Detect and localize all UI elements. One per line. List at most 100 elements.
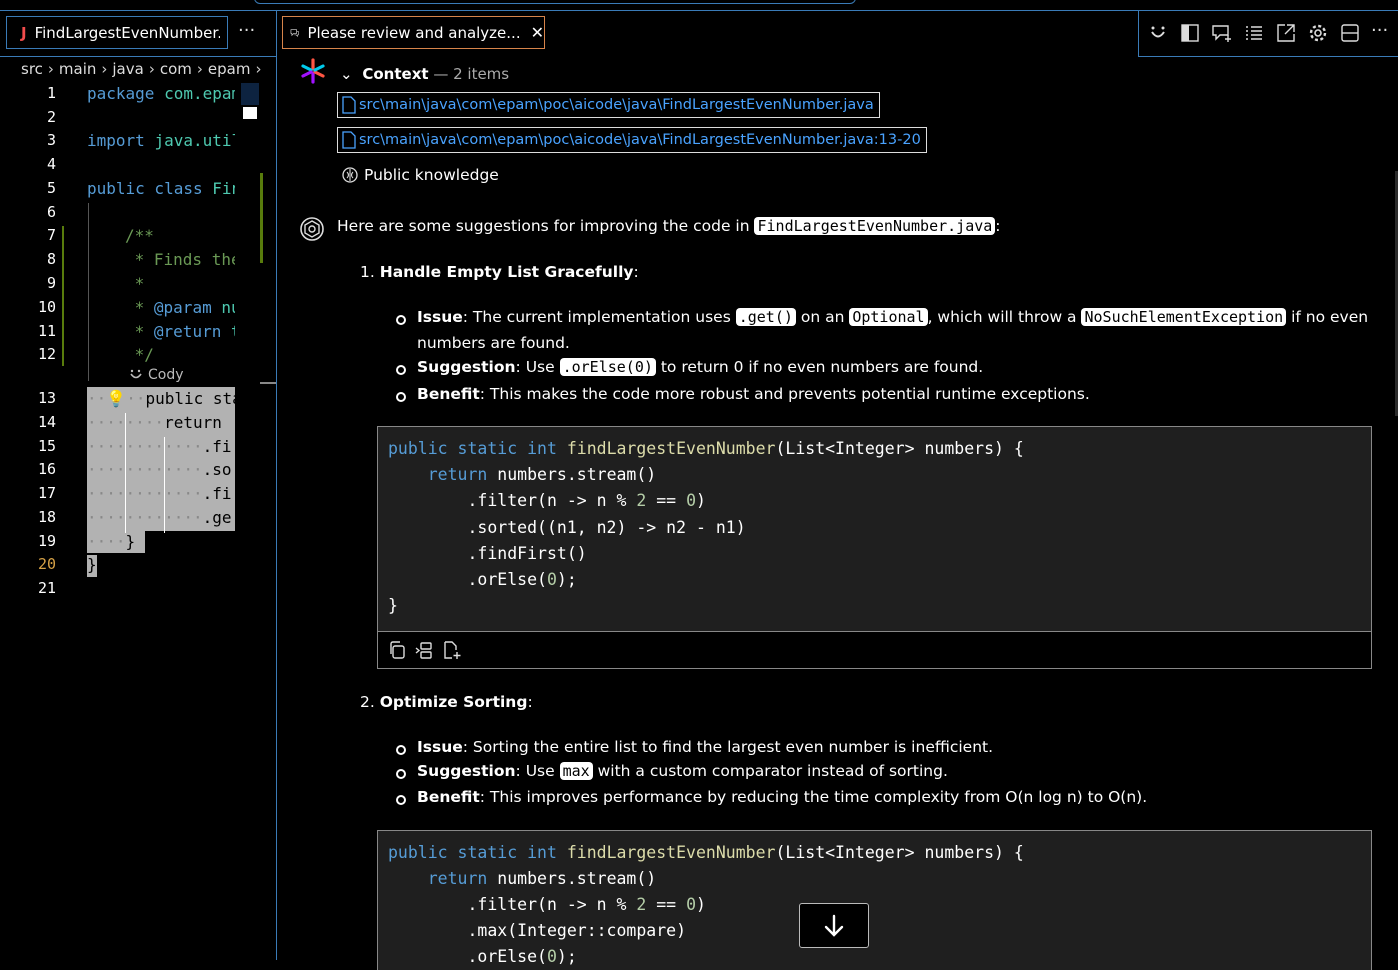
breadcrumb-item[interactable]: main [59,60,96,78]
code-token: package [87,84,165,103]
context-file-link[interactable]: src\main\java\com\epam\poc\aicode\java\F… [337,92,880,118]
brain-icon [342,167,358,183]
code-text: numbers.stream() [487,869,657,888]
bullet-icon [396,745,406,755]
arrow-down-icon [824,914,844,937]
context-file-link[interactable]: src\main\java\com\epam\poc\aicode\java\F… [337,127,927,153]
code-function: findLargestEvenNumber [566,439,776,458]
code-keyword: public static int [388,843,557,862]
breadcrumb-item[interactable]: com [160,60,192,78]
line-number: 17 [37,484,56,502]
copy-icon[interactable] [388,641,406,659]
benefit-label: Benefit [417,385,480,403]
issue-item: Issue: Sorting the entire list to find t… [417,738,993,756]
line-number: 14 [37,413,56,431]
line-number: 16 [37,460,56,478]
code-editor[interactable]: package com.epam import java.util public… [87,83,235,963]
benefit-label: Benefit [417,788,480,806]
code-number: 2 [636,895,647,914]
pane-divider[interactable] [276,11,277,960]
code-token: import [87,131,155,150]
history-list-icon[interactable] [1243,22,1265,44]
code-text: .orElse( [467,947,547,966]
benefit-item: Benefit: This improves performance by re… [417,788,1147,806]
code-comment: * [125,298,154,317]
chevron-right-icon: › [148,60,155,78]
line-number: 1 [46,84,56,102]
issue-text: if no even [1286,308,1369,326]
chat-tab[interactable]: Please review and analyze... ✕ [282,16,545,49]
minimap-slider[interactable] [243,107,257,119]
code-block[interactable]: public static int findLargestEvenNumber(… [377,426,1372,669]
split-editor-icon[interactable] [1339,22,1361,44]
open-in-editor-icon[interactable] [1275,22,1297,44]
bullet-icon [396,365,406,375]
code-block[interactable]: public static int findLargestEvenNumber(… [377,830,1372,970]
code-number: 0 [686,491,696,510]
benefit-item: Benefit: This makes the code more robust… [417,385,1090,403]
code-number: 0 [686,895,696,914]
cody-icon[interactable] [1147,22,1169,44]
line-number: 6 [46,203,56,221]
issue-text: : The current implementation uses [462,308,736,326]
line-number: 3 [46,131,56,149]
code-comment: /** [125,226,154,245]
context-header[interactable]: ⌄ Context — 2 items [340,65,509,83]
close-icon[interactable]: ✕ [531,23,544,42]
breadcrumb-item[interactable]: java [112,60,143,78]
line-number: 18 [37,508,56,526]
code-token: .fi [202,437,232,456]
issue-text: , which will throw a [927,308,1082,326]
code-text: ) [696,895,706,914]
code-token: t [221,322,235,341]
more-actions-icon[interactable]: ··· [1371,22,1393,44]
code-comment: * [125,322,154,341]
suggestion-label: Suggestion [417,358,516,376]
chevron-right-icon: › [101,60,108,78]
line-number: 2 [46,108,56,126]
issue-text: on an [795,308,850,326]
insert-at-cursor-icon[interactable] [415,641,433,659]
new-file-icon[interactable] [443,641,463,659]
issue-wrap: numbers are found. [417,334,570,352]
chevron-down-icon: ⌄ [340,65,353,83]
breadcrumb-item[interactable]: src [21,60,43,78]
code-token: .ge [202,508,232,527]
list-number: 1. [360,263,375,281]
command-center[interactable] [254,0,856,4]
line-number: 15 [37,437,56,455]
heading-colon: : [527,693,533,711]
code-text: .filter(n -> n % [467,491,637,510]
assistant-avatar-icon [299,216,325,242]
new-chat-icon[interactable] [1211,22,1233,44]
line-number: 13 [37,389,56,407]
minimap[interactable] [241,83,259,105]
public-knowledge-label: Public knowledge [364,166,499,184]
context-label: Context [362,65,429,83]
line-number: 12 [37,345,56,363]
file-icon [342,96,356,114]
editor-tab-find-largest-even-number[interactable]: J FindLargestEvenNumber.ja [6,16,228,49]
code-token: com.epam [164,84,235,103]
more-actions-icon[interactable]: ··· [238,22,255,40]
code-token: .so [202,460,232,479]
scrollbar-marker [260,382,277,384]
gear-icon[interactable] [1307,22,1329,44]
code-token: public class [87,179,213,198]
chat-tab-title: Please review and analyze... [307,23,521,42]
lightbulb-icon[interactable]: 💡 [106,389,126,408]
scroll-to-bottom-button[interactable] [799,903,869,948]
benefit-text: : This makes the code more robust and pr… [479,385,1090,403]
code-text: .orElse( [467,570,547,589]
code-text: (List<Integer> numbers) { [775,843,1024,862]
suggestion-item: Suggestion: Use max with a custom compar… [417,762,948,780]
cody-codelens[interactable]: Cody [128,367,184,383]
line-number: 8 [46,250,56,268]
chat-tab-bar: Please review and analyze... ✕ ··· [278,11,1398,57]
issue-text: : Sorting the entire list to find the la… [462,738,994,756]
toggle-sidebar-icon[interactable] [1179,22,1201,44]
breadcrumb-item[interactable]: epam [208,60,251,78]
code-token: java.util [154,131,235,150]
chevron-right-icon: › [47,60,54,78]
line-number: 9 [46,274,56,292]
